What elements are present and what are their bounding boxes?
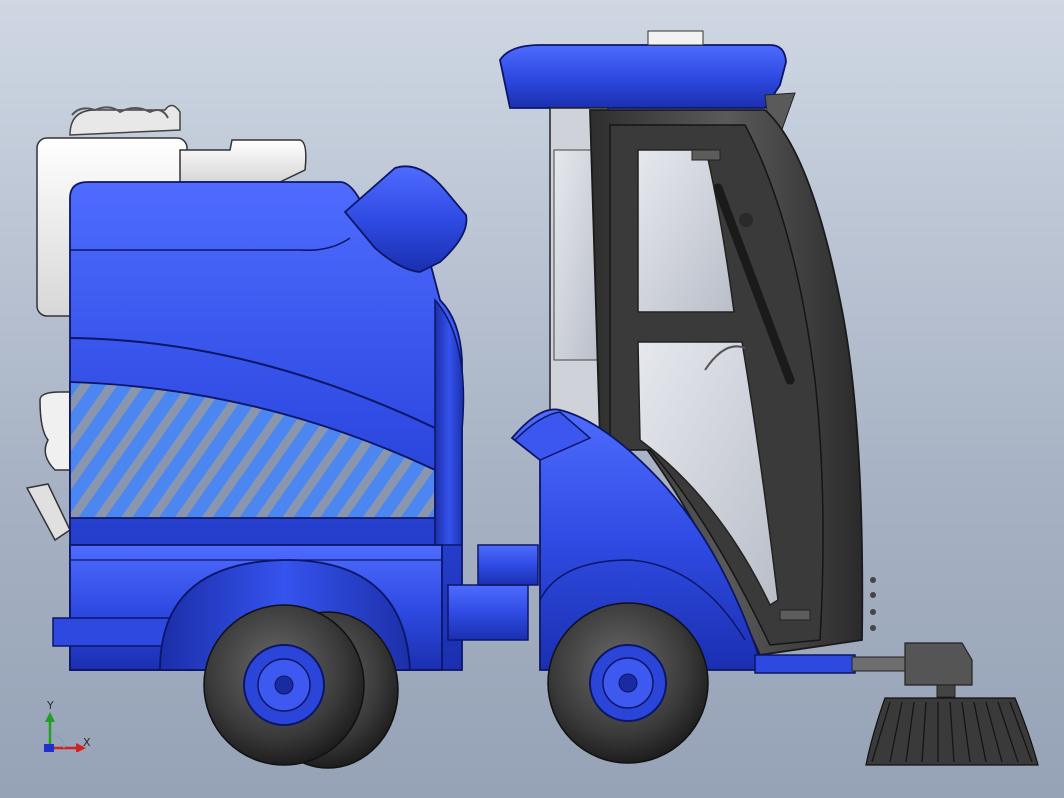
sweeper-model-render[interactable]	[0, 0, 1064, 798]
x-axis-label: X	[83, 736, 91, 749]
front-wheel	[547, 602, 709, 764]
side-brush	[851, 642, 1039, 766]
cad-viewport[interactable]: X Y	[0, 0, 1064, 798]
y-axis-label: Y	[47, 699, 54, 712]
rear-axle	[159, 559, 411, 769]
z-axis-marker	[44, 744, 54, 752]
